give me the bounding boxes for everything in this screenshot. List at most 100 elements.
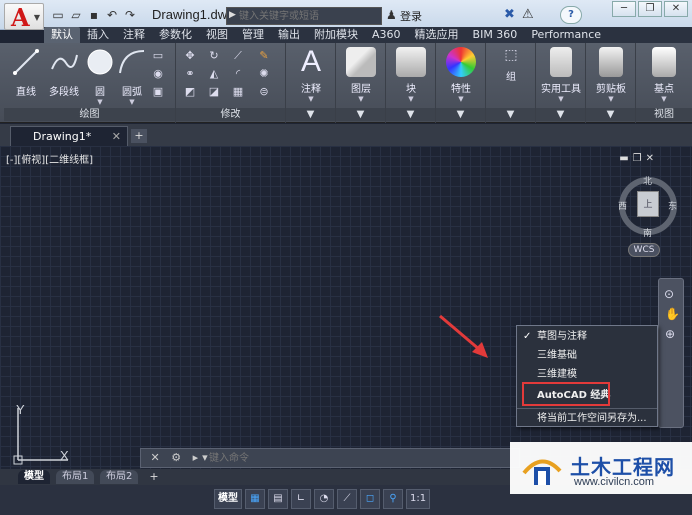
tab-bim360[interactable]: BIM 360 bbox=[466, 27, 525, 43]
base-tool[interactable]: 基点 ▼ bbox=[644, 47, 684, 103]
stretch-icon[interactable]: ◩ bbox=[182, 85, 198, 99]
tab-view[interactable]: 视图 bbox=[199, 27, 235, 43]
viewport-controls-label[interactable]: [-][俯视][二维线框] bbox=[6, 151, 93, 166]
chevron-down-icon[interactable]: ▼ bbox=[84, 98, 116, 106]
tab-annotate[interactable]: 注释 bbox=[116, 27, 152, 43]
panel-expander[interactable]: ▼ bbox=[436, 108, 485, 121]
layers-panel[interactable]: 图层 ▼ ▼ bbox=[336, 43, 386, 123]
viewport-window-controls[interactable]: ▬❐✕ bbox=[619, 153, 658, 164]
tab-layout2[interactable]: 布局2 bbox=[100, 470, 139, 484]
utilities-panel[interactable]: 实用工具 ▼ ▼ bbox=[536, 43, 586, 123]
tab-addins[interactable]: 附加模块 bbox=[307, 27, 365, 43]
restore-button[interactable]: ❐ bbox=[638, 1, 662, 17]
compass-west[interactable]: 西 bbox=[618, 199, 627, 212]
tab-performance[interactable]: Performance bbox=[524, 27, 608, 43]
restore-icon[interactable]: ❐ bbox=[633, 153, 646, 164]
command-input[interactable] bbox=[209, 451, 509, 465]
erase-icon[interactable]: ✎ bbox=[256, 49, 272, 63]
menu-item-drafting-annotation[interactable]: 草图与注释 bbox=[517, 327, 657, 346]
login-link[interactable]: 登录 bbox=[400, 8, 422, 24]
exchange-icon[interactable]: ✖ bbox=[504, 7, 515, 22]
application-menu-button[interactable]: A ▼ bbox=[4, 3, 44, 32]
tab-manage[interactable]: 管理 bbox=[235, 27, 271, 43]
chevron-down-icon[interactable]: ▼ bbox=[116, 98, 148, 106]
clipboard-panel[interactable]: 剪贴板 ▼ ▼ bbox=[586, 43, 636, 123]
minimize-icon[interactable]: ▬ bbox=[619, 153, 632, 164]
annotation-tool[interactable]: A 注释 ▼ bbox=[294, 47, 328, 104]
new-tab-button[interactable]: + bbox=[131, 129, 147, 143]
groups-tool[interactable]: ⬚ 组 bbox=[494, 47, 528, 83]
panel-expander[interactable]: ▼ bbox=[386, 108, 435, 121]
isodraft-icon[interactable]: ⟋ bbox=[337, 489, 357, 509]
viewcube[interactable]: 上 bbox=[637, 191, 659, 217]
object-snap-icon[interactable]: ◻ bbox=[360, 489, 380, 509]
hatch-icon[interactable]: ◉ bbox=[150, 67, 166, 81]
steering-wheel-icon[interactable]: ⊙ bbox=[664, 287, 674, 301]
polyline-tool[interactable]: 多段线 bbox=[44, 47, 84, 98]
menu-item-save-workspace-as[interactable]: 将当前工作空间另存为... bbox=[517, 408, 657, 427]
panel-expander[interactable]: ▼ bbox=[536, 108, 585, 121]
compass-south[interactable]: 南 bbox=[643, 226, 652, 239]
modify-panel-label[interactable]: 修改 bbox=[176, 108, 285, 121]
close-icon[interactable]: ✕ bbox=[112, 130, 121, 143]
panel-expander[interactable]: ▼ bbox=[286, 108, 335, 121]
tab-insert[interactable]: 插入 bbox=[80, 27, 116, 43]
circle-tool[interactable]: 圆 ▼ bbox=[84, 47, 116, 106]
array-icon[interactable]: ▦ bbox=[230, 85, 246, 99]
ortho-icon[interactable]: ∟ bbox=[291, 489, 311, 509]
block-panel[interactable]: 块 ▼ ▼ bbox=[386, 43, 436, 123]
properties-panel[interactable]: 特性 ▼ ▼ bbox=[436, 43, 486, 123]
annotation-scale-button[interactable]: 1:1 bbox=[406, 489, 431, 509]
tab-model[interactable]: 模型 bbox=[18, 470, 50, 484]
pan-icon[interactable]: ✋ bbox=[665, 307, 680, 321]
explode-icon[interactable]: ✺ bbox=[256, 67, 272, 81]
fillet-icon[interactable]: ◜ bbox=[230, 67, 246, 81]
save-icon[interactable]: ▪ bbox=[86, 7, 102, 23]
redo-icon[interactable]: ↷ bbox=[122, 7, 138, 23]
zoom-icon[interactable]: ⊕ bbox=[665, 327, 675, 341]
tab-parametric[interactable]: 参数化 bbox=[152, 27, 199, 43]
wcs-menu[interactable]: WCS bbox=[628, 243, 660, 257]
open-folder-icon[interactable]: ▱ bbox=[68, 7, 84, 23]
tab-output[interactable]: 输出 bbox=[271, 27, 307, 43]
rectangle-icon[interactable]: ▭ bbox=[150, 49, 166, 63]
new-file-icon[interactable]: ▭ bbox=[50, 7, 66, 23]
help-button[interactable]: ? bbox=[560, 6, 582, 24]
clipboard-tool[interactable]: 剪贴板 ▼ bbox=[590, 47, 632, 103]
close-button[interactable]: ✕ bbox=[664, 1, 688, 17]
copy-icon[interactable]: ⚭ bbox=[182, 67, 198, 81]
search-box[interactable]: ▶ bbox=[226, 7, 382, 25]
snap-icon[interactable]: ▤ bbox=[268, 489, 288, 509]
utilities-tool[interactable]: 实用工具 ▼ bbox=[540, 47, 582, 103]
compass-north[interactable]: 北 bbox=[643, 174, 652, 187]
document-tab[interactable]: Drawing1* ✕ bbox=[10, 126, 128, 146]
boundary-icon[interactable]: ▣ bbox=[150, 85, 166, 99]
scale-icon[interactable]: ◪ bbox=[206, 85, 222, 99]
model-space-button[interactable]: 模型 bbox=[214, 489, 242, 509]
rotate-icon[interactable]: ↻ bbox=[206, 49, 222, 63]
grid-icon[interactable]: ▦ bbox=[245, 489, 265, 509]
block-tool[interactable]: 块 ▼ bbox=[394, 47, 428, 103]
tab-featured-apps[interactable]: 精选应用 bbox=[408, 27, 466, 43]
line-tool[interactable]: 直线 bbox=[8, 47, 44, 98]
draw-panel-label[interactable]: 绘图 bbox=[4, 108, 175, 121]
undo-icon[interactable]: ↶ bbox=[104, 7, 120, 23]
trim-icon[interactable]: ⟋ bbox=[230, 49, 246, 63]
layers-tool[interactable]: 图层 ▼ bbox=[344, 47, 378, 103]
tab-layout1[interactable]: 布局1 bbox=[56, 470, 95, 484]
search-input[interactable] bbox=[239, 9, 377, 23]
close-icon[interactable]: ✕ bbox=[646, 153, 658, 164]
panel-expander[interactable]: ▼ bbox=[486, 108, 535, 121]
panel-expander[interactable]: ▼ bbox=[336, 108, 385, 121]
polar-icon[interactable]: ◔ bbox=[314, 489, 334, 509]
mirror-icon[interactable]: ◭ bbox=[206, 67, 222, 81]
panel-expander[interactable]: ▼ bbox=[586, 108, 635, 121]
offset-icon[interactable]: ⊜ bbox=[256, 85, 272, 99]
command-line-buttons[interactable]: ✕ ⚙ ▸▾ bbox=[143, 451, 212, 464]
add-layout-button[interactable]: + bbox=[148, 471, 160, 483]
tab-a360[interactable]: A360 bbox=[365, 27, 408, 43]
annotation-panel[interactable]: A 注释 ▼ ▼ bbox=[286, 43, 336, 123]
annotation-visibility-icon[interactable]: ⚲ bbox=[383, 489, 403, 509]
connect-icon[interactable]: ⚠ bbox=[522, 7, 534, 22]
properties-tool[interactable]: 特性 ▼ bbox=[444, 47, 478, 103]
